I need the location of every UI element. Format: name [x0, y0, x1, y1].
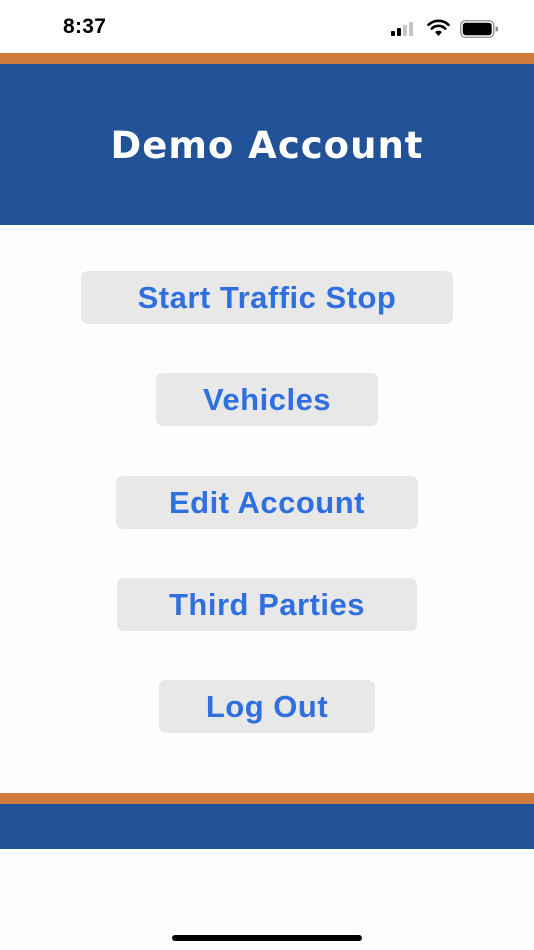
home-indicator[interactable] [172, 935, 362, 941]
edit-account-button[interactable]: Edit Account [116, 476, 418, 529]
status-time: 8:37 [63, 15, 107, 38]
start-traffic-stop-button[interactable]: Start Traffic Stop [81, 271, 453, 324]
footer-accent-stripe [0, 793, 534, 804]
vehicles-button[interactable]: Vehicles [156, 373, 378, 426]
app-screen: 8:37 Demo Account Start Traffic Stop Veh… [0, 0, 534, 950]
log-out-button[interactable]: Log Out [159, 680, 375, 733]
footer-banner [0, 804, 534, 849]
header-accent-stripe [0, 53, 534, 64]
page-title: Demo Account [110, 124, 424, 167]
third-parties-button[interactable]: Third Parties [117, 578, 417, 631]
status-bar: 8:37 [0, 0, 534, 53]
battery-icon [460, 20, 498, 38]
cellular-signal-icon [391, 22, 417, 36]
wifi-icon [427, 19, 450, 36]
